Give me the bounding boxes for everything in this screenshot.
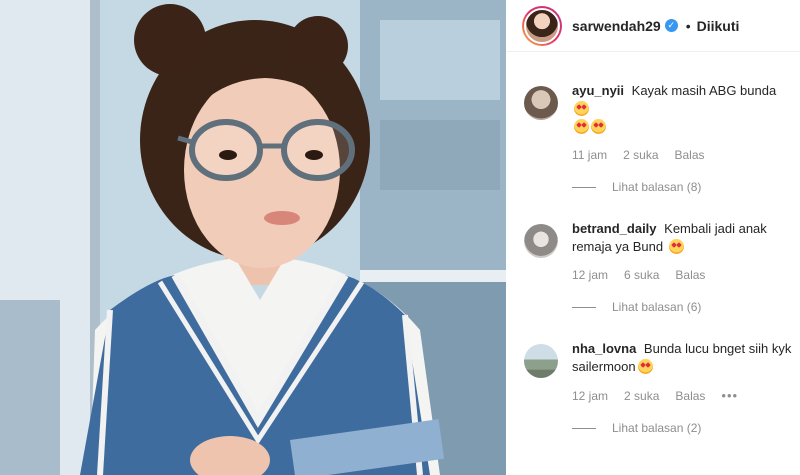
comment-body: nha_lovna Bunda lucu bnget siih kyk sail… (572, 340, 800, 376)
commenter-username[interactable]: nha_lovna (572, 341, 636, 356)
reply-button[interactable]: Balas (675, 389, 705, 403)
commenter-username[interactable]: ayu_nyii (572, 83, 624, 98)
reply-button[interactable]: Balas (675, 148, 705, 162)
star-struck-emoji-icon (574, 101, 589, 116)
comment-meta: 12 jam 2 suka Balas ••• (572, 388, 800, 403)
comment-likes[interactable]: 2 suka (624, 389, 659, 403)
post-header: sarwendah29 ✓ • Diikuti (506, 0, 800, 52)
comment-item: betrand_daily Kembali jadi anak remaja y… (524, 220, 800, 314)
comment-item: ayu_nyii Kayak masih ABG bunda 11 jam 2 … (524, 82, 800, 194)
comment-body: betrand_daily Kembali jadi anak remaja y… (572, 220, 800, 256)
view-replies-button[interactable]: Lihat balasan (8) (572, 180, 800, 194)
comment-likes[interactable]: 2 suka (623, 148, 658, 162)
comment-time[interactable]: 12 jam (572, 389, 608, 403)
star-struck-emoji-icon (591, 119, 606, 134)
view-replies-button[interactable]: Lihat balasan (6) (572, 300, 800, 314)
star-struck-emoji-icon (574, 119, 589, 134)
header-separator: • (685, 17, 691, 34)
more-options-icon[interactable]: ••• (721, 388, 738, 403)
comment-text: Kayak masih ABG bunda (631, 83, 777, 98)
comment-list: ayu_nyii Kayak masih ABG bunda 11 jam 2 … (506, 82, 800, 435)
verified-badge-icon: ✓ (664, 19, 678, 32)
comments-panel: sarwendah29 ✓ • Diikuti ayu_nyii Kayak m… (506, 0, 800, 475)
commenter-avatar[interactable] (524, 344, 558, 378)
author-avatar[interactable] (522, 5, 562, 46)
comment-item: nha_lovna Bunda lucu bnget siih kyk sail… (524, 340, 800, 435)
view-replies-label: Lihat balasan (2) (612, 421, 702, 435)
comment-meta: 11 jam 2 suka Balas (572, 148, 800, 162)
commenter-avatar[interactable] (524, 86, 558, 120)
replies-divider (572, 306, 596, 308)
commenter-username[interactable]: betrand_daily (572, 221, 657, 236)
author-avatar-image (524, 7, 560, 44)
following-button[interactable]: Diikuti (697, 18, 740, 34)
comment-meta: 12 jam 6 suka Balas (572, 268, 800, 282)
author-username[interactable]: sarwendah29 (572, 18, 661, 34)
star-struck-emoji-icon (637, 359, 653, 374)
view-replies-label: Lihat balasan (6) (612, 300, 702, 314)
post-photo-image (0, 0, 506, 475)
star-struck-emoji-icon (668, 239, 684, 254)
comment-likes[interactable]: 6 suka (624, 268, 659, 282)
replies-divider (572, 186, 596, 188)
replies-divider (572, 427, 596, 429)
view-replies-button[interactable]: Lihat balasan (2) (572, 421, 800, 435)
view-replies-label: Lihat balasan (8) (612, 180, 702, 194)
commenter-avatar[interactable] (524, 224, 558, 258)
reply-button[interactable]: Balas (675, 268, 705, 282)
post-photo[interactable] (0, 0, 506, 475)
comment-time[interactable]: 11 jam (572, 148, 607, 162)
comment-time[interactable]: 12 jam (572, 268, 608, 282)
comment-body: ayu_nyii Kayak masih ABG bunda (572, 82, 800, 136)
